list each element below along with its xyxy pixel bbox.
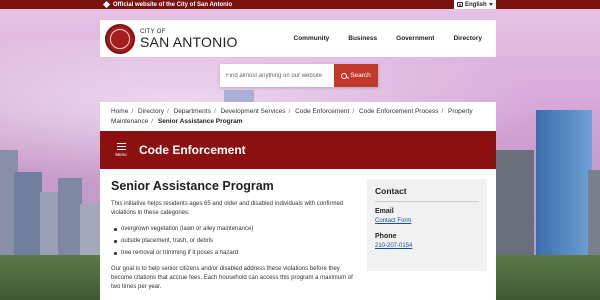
contact-panel: Contact Email Contact Form Phone 210-207… <box>367 179 487 271</box>
breadcrumb-code-enforcement-process[interactable]: Code Enforcement Process <box>359 108 438 115</box>
language-label: English <box>465 1 487 8</box>
email-label: Email <box>375 208 394 215</box>
nav-government[interactable]: Government <box>396 35 434 42</box>
city-seal-logo[interactable] <box>105 23 135 54</box>
list-item: tree removal or trimming if it poses a h… <box>111 247 361 259</box>
menu-button[interactable]: Menu <box>108 143 134 157</box>
breadcrumb-code-enforcement[interactable]: Code Enforcement <box>295 108 349 115</box>
breadcrumb-home[interactable]: Home <box>111 108 128 115</box>
goal-paragraph: Our goal is to help senior citizens and/… <box>111 266 353 290</box>
phone-link[interactable]: 210-207-0154 <box>375 243 479 249</box>
hamburger-icon <box>116 143 126 150</box>
phone-label: Phone <box>375 233 397 240</box>
list-item: overgrown vegetation (lawn or alley main… <box>111 223 361 235</box>
list-item: outside placement, trash, or debris <box>111 235 361 247</box>
breadcrumb-directory[interactable]: Directory <box>138 108 164 115</box>
contact-heading: Contact <box>375 186 479 202</box>
brand-name: SAN ANTONIO <box>140 33 238 50</box>
site-brand[interactable]: CITY OF SAN ANTONIO <box>140 29 238 49</box>
main-nav: Community Business Government Directory <box>294 35 483 42</box>
search-input[interactable] <box>220 72 334 79</box>
department-banner: Menu Code Enforcement <box>100 131 496 169</box>
search-button[interactable]: Search <box>334 64 378 87</box>
content-area: Senior Assistance Program This initiativ… <box>100 169 496 300</box>
search-icon <box>341 72 348 79</box>
site-search: Search <box>220 64 378 87</box>
translate-icon: A <box>457 2 463 7</box>
breadcrumb-departments[interactable]: Departments <box>174 108 211 115</box>
language-selector[interactable]: A English <box>454 0 496 9</box>
official-notice-text: Official website of the City of San Anto… <box>113 1 233 8</box>
nav-community[interactable]: Community <box>294 35 330 42</box>
menu-label: Menu <box>115 152 127 157</box>
department-title[interactable]: Code Enforcement <box>139 143 246 157</box>
breadcrumb-current: Senior Assistance Program <box>157 118 243 125</box>
search-button-label: Search <box>350 72 371 79</box>
violation-list: overgrown vegetation (lawn or alley main… <box>111 223 361 259</box>
diamond-icon <box>102 0 111 9</box>
breadcrumb-development-services[interactable]: Development Services <box>220 108 285 115</box>
intro-paragraph: This initiative helps residents ages 65 … <box>111 201 344 216</box>
breadcrumb: Home / Directory / Departments / Developmen… <box>100 102 496 131</box>
utility-bar: Official website of the City of San Anto… <box>0 0 600 9</box>
nav-business[interactable]: Business <box>348 35 377 42</box>
chevron-down-icon <box>489 3 493 6</box>
site-header: CITY OF SAN ANTONIO Community Business G… <box>100 20 496 57</box>
official-notice: Official website of the City of San Anto… <box>102 0 233 9</box>
nav-directory[interactable]: Directory <box>453 35 482 42</box>
contact-form-link[interactable]: Contact Form <box>375 218 479 224</box>
main-article: Senior Assistance Program This initiativ… <box>111 179 361 292</box>
page-title: Senior Assistance Program <box>111 179 274 193</box>
